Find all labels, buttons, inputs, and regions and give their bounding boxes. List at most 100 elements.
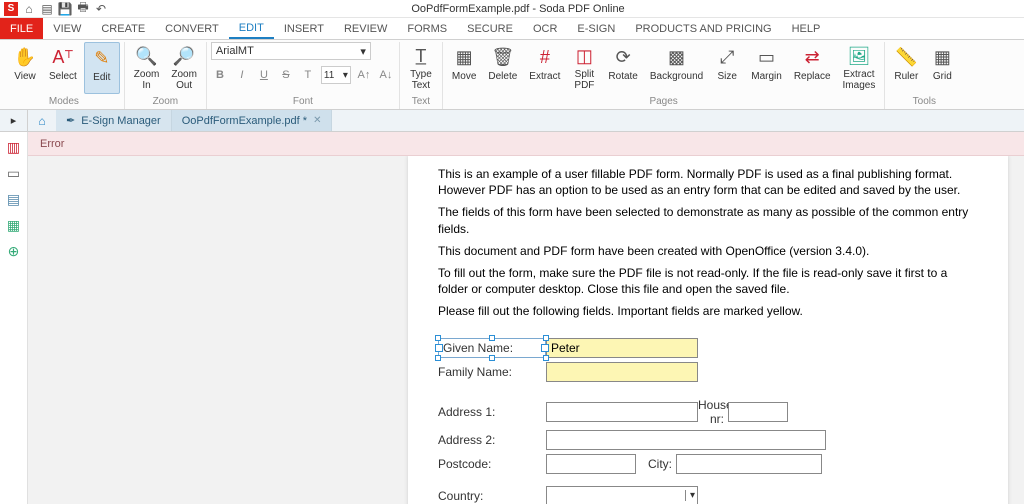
app-logo: S bbox=[4, 2, 18, 16]
given-name-field[interactable] bbox=[546, 338, 698, 358]
type-text-button[interactable]: T̲Type Text bbox=[404, 42, 438, 94]
doc-paragraph: This is an example of a user fillable PD… bbox=[438, 166, 978, 198]
address1-field[interactable] bbox=[546, 402, 698, 422]
pen-icon: ✒ bbox=[66, 114, 75, 127]
doc-paragraph: Please fill out the following fields. Im… bbox=[438, 303, 978, 319]
menu-secure[interactable]: SECURE bbox=[457, 18, 523, 39]
security-icon[interactable]: ⊕ bbox=[5, 242, 23, 260]
size-button[interactable]: ⤢Size bbox=[710, 42, 744, 94]
group-label-zoom: Zoom bbox=[129, 95, 202, 109]
rotate-button[interactable]: ⟳Rotate bbox=[603, 42, 642, 94]
bookmarks-icon[interactable]: ▭ bbox=[5, 164, 23, 182]
document-tabs: ▸ ⌂ ✒E-Sign Manager OoPdfFormExample.pdf… bbox=[0, 110, 1024, 132]
new-icon[interactable]: ▤ bbox=[40, 2, 54, 16]
doc-paragraph: To fill out the form, make sure the PDF … bbox=[438, 265, 978, 297]
address2-field[interactable] bbox=[546, 430, 826, 450]
doc-paragraph: The fields of this form have been select… bbox=[438, 204, 978, 236]
close-tab-icon[interactable]: ✕ bbox=[313, 115, 321, 126]
hand-icon: ✋ bbox=[13, 45, 37, 69]
city-field[interactable] bbox=[676, 454, 822, 474]
split-pdf-button[interactable]: ◫Split PDF bbox=[567, 42, 601, 94]
menu-esign[interactable]: E-SIGN bbox=[567, 18, 625, 39]
ruler-button[interactable]: 📏Ruler bbox=[889, 42, 923, 94]
zoom-out-button[interactable]: 🔎Zoom Out bbox=[166, 42, 202, 94]
font-shrink-button[interactable]: A↓ bbox=[377, 66, 395, 84]
layers-icon[interactable]: ▤ bbox=[5, 190, 23, 208]
house-nr-label: House nr: bbox=[698, 398, 728, 426]
select-mode-button[interactable]: A⸆Select bbox=[44, 42, 82, 94]
move-button[interactable]: ▦Move bbox=[447, 42, 481, 94]
thumbnails-icon[interactable]: ▥ bbox=[5, 138, 23, 156]
background-icon: ▩ bbox=[665, 45, 689, 69]
group-label-tools: Tools bbox=[889, 95, 959, 109]
menu-products[interactable]: PRODUCTS AND PRICING bbox=[625, 18, 781, 39]
font-size-select[interactable]: 11▾ bbox=[321, 66, 351, 84]
menu-forms[interactable]: FORMS bbox=[397, 18, 457, 39]
underline-button[interactable]: U bbox=[255, 66, 273, 84]
expand-left-icon[interactable]: ▸ bbox=[0, 110, 28, 131]
postcode-field[interactable] bbox=[546, 454, 636, 474]
font-select[interactable]: ArialMT▾ bbox=[211, 42, 371, 60]
undo-icon[interactable]: ↶ bbox=[94, 2, 108, 16]
house-nr-field[interactable] bbox=[728, 402, 788, 422]
extract-button[interactable]: #Extract bbox=[524, 42, 565, 94]
replace-button[interactable]: ⇄Replace bbox=[789, 42, 836, 94]
group-label-font: Font bbox=[211, 95, 395, 109]
menu-file[interactable]: FILE bbox=[0, 18, 43, 39]
selected-text-block[interactable]: Given Name: bbox=[438, 338, 546, 358]
menu-convert[interactable]: CONVERT bbox=[155, 18, 229, 39]
menu-review[interactable]: REVIEW bbox=[334, 18, 397, 39]
trash-icon: 🗑 bbox=[491, 45, 515, 69]
family-name-label: Family Name: bbox=[438, 365, 546, 379]
font-grow-button[interactable]: A↑ bbox=[355, 66, 373, 84]
italic-button[interactable]: I bbox=[233, 66, 251, 84]
tab-home-icon[interactable]: ⌂ bbox=[28, 110, 56, 131]
group-label-text: Text bbox=[404, 95, 438, 109]
pencil-icon: ✎ bbox=[90, 46, 114, 70]
family-name-field[interactable] bbox=[546, 362, 698, 382]
doc-paragraph: This document and PDF form have been cre… bbox=[438, 243, 978, 259]
view-mode-button[interactable]: ✋View bbox=[8, 42, 42, 94]
save-icon[interactable]: 💾 bbox=[58, 2, 72, 16]
group-label-pages: Pages bbox=[447, 95, 880, 109]
chevron-down-icon: ▾ bbox=[360, 45, 366, 58]
country-select[interactable]: ▾ bbox=[546, 486, 698, 504]
type-text-icon: T̲ bbox=[409, 45, 433, 67]
pdf-page: This is an example of a user fillable PD… bbox=[408, 156, 1008, 504]
menu-help[interactable]: HELP bbox=[782, 18, 831, 39]
zoom-in-button[interactable]: 🔍Zoom In bbox=[129, 42, 165, 94]
menu-bar: FILE VIEW CREATE CONVERT EDIT INSERT REV… bbox=[0, 18, 1024, 40]
menu-view[interactable]: VIEW bbox=[43, 18, 91, 39]
postcode-label: Postcode: bbox=[438, 457, 546, 471]
zoom-in-icon: 🔍 bbox=[135, 45, 159, 67]
print-icon[interactable]: 🖶 bbox=[76, 2, 90, 16]
home-icon[interactable]: ⌂ bbox=[22, 2, 36, 16]
menu-ocr[interactable]: OCR bbox=[523, 18, 567, 39]
background-button[interactable]: ▩Background bbox=[645, 42, 708, 94]
country-label: Country: bbox=[438, 489, 546, 503]
menu-insert[interactable]: INSERT bbox=[274, 18, 334, 39]
tab-document[interactable]: OoPdfFormExample.pdf *✕ bbox=[172, 110, 333, 131]
ruler-icon: 📏 bbox=[894, 45, 918, 69]
tab-esign-manager[interactable]: ✒E-Sign Manager bbox=[56, 110, 172, 131]
address2-label: Address 2: bbox=[438, 433, 546, 447]
grid-button[interactable]: ▦Grid bbox=[925, 42, 959, 94]
delete-button[interactable]: 🗑Delete bbox=[483, 42, 522, 94]
zoom-out-icon: 🔎 bbox=[172, 45, 196, 67]
chevron-down-icon: ▾ bbox=[685, 490, 695, 501]
attachments-icon[interactable]: ▦ bbox=[5, 216, 23, 234]
extract-icon: # bbox=[533, 45, 557, 69]
rotate-icon: ⟳ bbox=[611, 45, 635, 69]
edit-mode-button[interactable]: ✎Edit bbox=[84, 42, 120, 94]
move-icon: ▦ bbox=[452, 45, 476, 69]
extract-images-button[interactable]: 🖼Extract Images bbox=[838, 42, 881, 94]
menu-create[interactable]: CREATE bbox=[91, 18, 155, 39]
bold-button[interactable]: B bbox=[211, 66, 229, 84]
document-canvas[interactable]: This is an example of a user fillable PD… bbox=[28, 156, 1024, 504]
strike-button[interactable]: S bbox=[277, 66, 295, 84]
menu-edit[interactable]: EDIT bbox=[229, 18, 274, 39]
grid-icon: ▦ bbox=[930, 45, 954, 69]
text-format-button[interactable]: T bbox=[299, 66, 317, 84]
margin-button[interactable]: ▭Margin bbox=[746, 42, 787, 94]
window-title: OoPdfFormExample.pdf - Soda PDF Online bbox=[112, 3, 924, 15]
